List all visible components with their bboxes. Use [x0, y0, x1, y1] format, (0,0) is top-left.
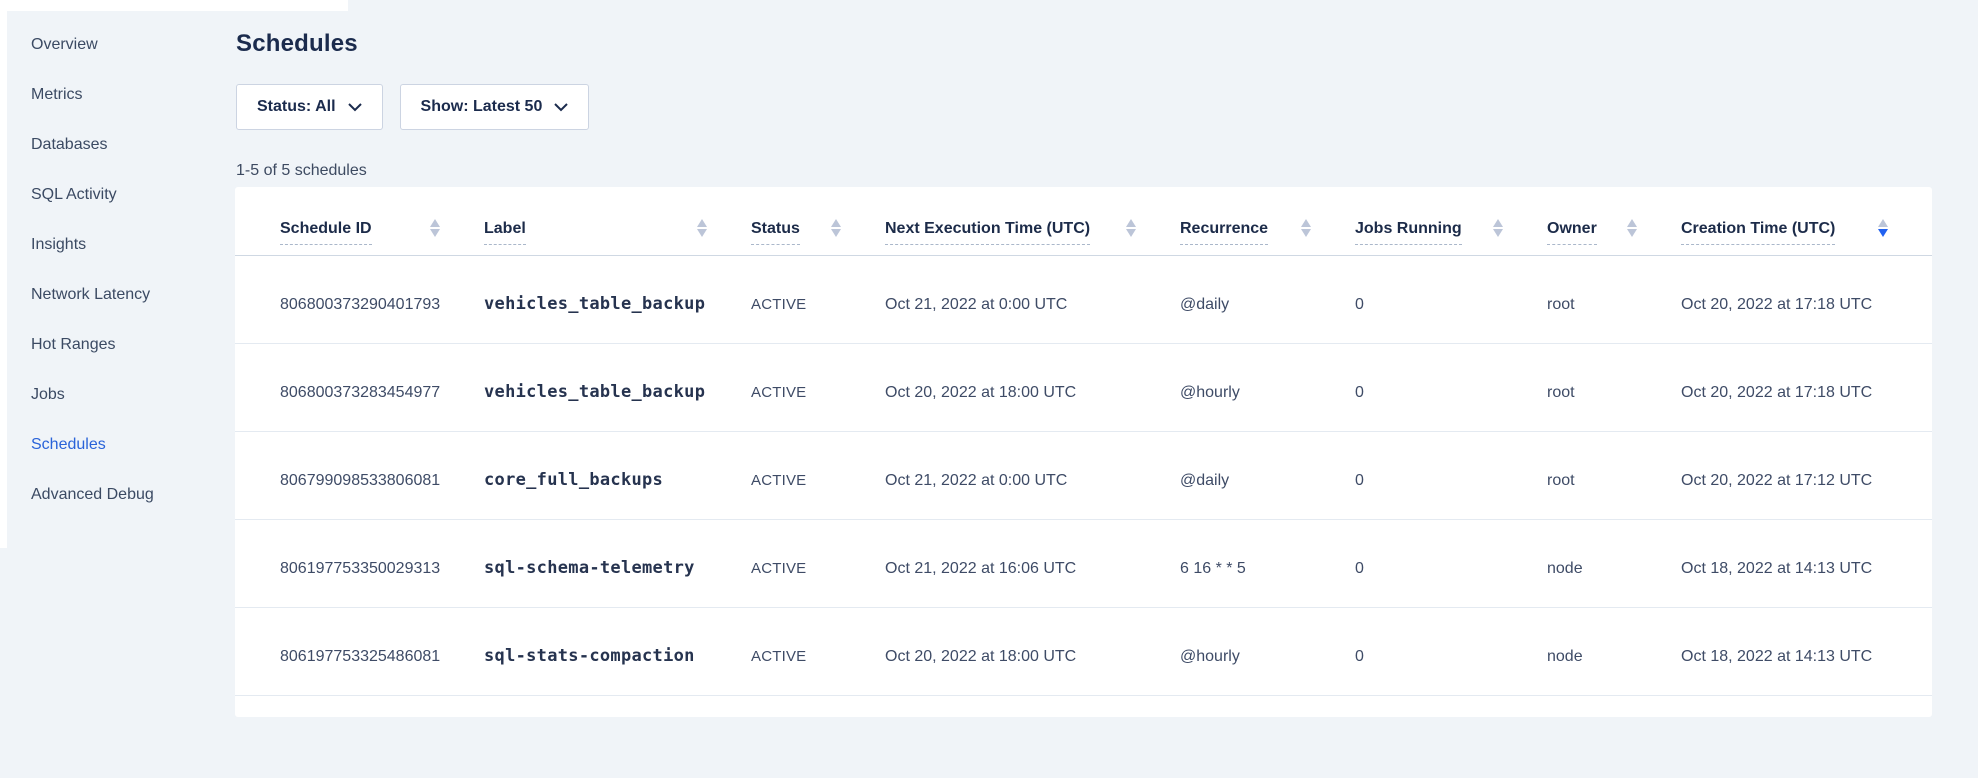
column-header-jobs-running[interactable]: Jobs Running	[1355, 187, 1547, 255]
cell-creation-time: Oct 18, 2022 at 14:13 UTC	[1681, 607, 1932, 695]
cell-status: ACTIVE	[751, 255, 885, 343]
column-header-recurrence[interactable]: Recurrence	[1180, 187, 1355, 255]
status-filter-label: Status: All	[257, 98, 336, 116]
cell-recurrence: 6 16 * * 5	[1180, 519, 1355, 607]
cell-status: ACTIVE	[751, 607, 885, 695]
cell-creation-time: Oct 20, 2022 at 17:18 UTC	[1681, 255, 1932, 343]
cell-next-execution-time: Oct 21, 2022 at 16:06 UTC	[885, 519, 1180, 607]
column-header-label[interactable]: Label	[484, 187, 751, 255]
sort-arrows-icon	[697, 219, 707, 237]
show-filter-dropdown[interactable]: Show: Latest 50	[400, 84, 590, 130]
sidebar-item-schedules[interactable]: Schedules	[31, 420, 221, 470]
sort-arrows-icon	[1126, 219, 1136, 237]
cell-jobs-running: 0	[1355, 343, 1547, 431]
chevron-down-icon	[348, 103, 362, 112]
cell-owner: root	[1547, 255, 1681, 343]
cell-creation-time: Oct 20, 2022 at 17:12 UTC	[1681, 431, 1932, 519]
sidebar-item-metrics[interactable]: Metrics	[31, 70, 221, 120]
sort-arrows-icon	[831, 219, 841, 237]
sort-arrows-icon	[430, 219, 440, 237]
sidebar-item-advanced-debug[interactable]: Advanced Debug	[31, 470, 221, 520]
sort-arrows-icon-desc-active	[1878, 219, 1888, 237]
cell-jobs-running: 0	[1355, 431, 1547, 519]
cell-status: ACTIVE	[751, 431, 885, 519]
cell-schedule-id: 806800373290401793	[235, 255, 484, 343]
column-header-status[interactable]: Status	[751, 187, 885, 255]
cell-recurrence: @hourly	[1180, 343, 1355, 431]
cell-owner: node	[1547, 519, 1681, 607]
schedules-card: Schedule ID Label Status	[235, 187, 1932, 717]
schedules-table: Schedule ID Label Status	[235, 187, 1932, 696]
column-header-schedule-id[interactable]: Schedule ID	[235, 187, 484, 255]
column-header-next-execution-time[interactable]: Next Execution Time (UTC)	[885, 187, 1180, 255]
cell-owner: node	[1547, 607, 1681, 695]
cell-label: vehicles_table_backup	[484, 255, 751, 343]
sidebar-item-network-latency[interactable]: Network Latency	[31, 270, 221, 320]
column-label: Status	[751, 220, 800, 245]
cell-label: sql-stats-compaction	[484, 607, 751, 695]
status-filter-dropdown[interactable]: Status: All	[236, 84, 383, 130]
sort-arrows-icon	[1627, 219, 1637, 237]
cell-creation-time: Oct 18, 2022 at 14:13 UTC	[1681, 519, 1932, 607]
table-header-row: Schedule ID Label Status	[235, 187, 1932, 255]
cell-next-execution-time: Oct 21, 2022 at 0:00 UTC	[885, 431, 1180, 519]
table-row: 806800373283454977 vehicles_table_backup…	[235, 343, 1932, 431]
cell-recurrence: @daily	[1180, 431, 1355, 519]
cell-status: ACTIVE	[751, 519, 885, 607]
column-label: Creation Time (UTC)	[1681, 220, 1835, 245]
cell-next-execution-time: Oct 20, 2022 at 18:00 UTC	[885, 607, 1180, 695]
window-edge-artifact-top	[0, 0, 348, 11]
sidebar-item-sql-activity[interactable]: SQL Activity	[31, 170, 221, 220]
cell-label: vehicles_table_backup	[484, 343, 751, 431]
show-filter-label: Show: Latest 50	[421, 98, 543, 116]
cell-schedule-id: 806197753325486081	[235, 607, 484, 695]
cell-creation-time: Oct 20, 2022 at 17:18 UTC	[1681, 343, 1932, 431]
page-background: Overview Metrics Databases SQL Activity …	[0, 0, 1978, 778]
cell-schedule-id: 806197753350029313	[235, 519, 484, 607]
column-header-owner[interactable]: Owner	[1547, 187, 1681, 255]
sidebar-item-jobs[interactable]: Jobs	[31, 370, 221, 420]
cell-label: sql-schema-telemetry	[484, 519, 751, 607]
column-label: Schedule ID	[280, 220, 372, 245]
column-label: Label	[484, 220, 526, 245]
cell-recurrence: @daily	[1180, 255, 1355, 343]
column-header-creation-time[interactable]: Creation Time (UTC)	[1681, 187, 1932, 255]
table-row: 806197753350029313 sql-schema-telemetry …	[235, 519, 1932, 607]
sort-arrows-icon	[1493, 219, 1503, 237]
table-row: 806197753325486081 sql-stats-compaction …	[235, 607, 1932, 695]
cell-schedule-id: 806799098533806081	[235, 431, 484, 519]
column-label: Recurrence	[1180, 220, 1268, 245]
cell-status: ACTIVE	[751, 343, 885, 431]
cell-jobs-running: 0	[1355, 607, 1547, 695]
sidebar-nav: Overview Metrics Databases SQL Activity …	[31, 20, 221, 520]
cell-owner: root	[1547, 431, 1681, 519]
sidebar-item-databases[interactable]: Databases	[31, 120, 221, 170]
cell-label: core_full_backups	[484, 431, 751, 519]
results-count: 1-5 of 5 schedules	[236, 162, 367, 180]
sidebar-item-overview[interactable]: Overview	[31, 20, 221, 70]
cell-recurrence: @hourly	[1180, 607, 1355, 695]
table-row: 806800373290401793 vehicles_table_backup…	[235, 255, 1932, 343]
column-label: Jobs Running	[1355, 220, 1462, 245]
table-row: 806799098533806081 core_full_backups ACT…	[235, 431, 1932, 519]
cell-jobs-running: 0	[1355, 519, 1547, 607]
column-label: Next Execution Time (UTC)	[885, 220, 1090, 245]
cell-owner: root	[1547, 343, 1681, 431]
column-label: Owner	[1547, 220, 1597, 245]
filter-row: Status: All Show: Latest 50	[236, 84, 589, 130]
page-title: Schedules	[236, 30, 358, 58]
cell-schedule-id: 806800373283454977	[235, 343, 484, 431]
window-edge-artifact-left	[0, 0, 7, 548]
chevron-down-icon	[554, 103, 568, 112]
sort-arrows-icon	[1301, 219, 1311, 237]
cell-jobs-running: 0	[1355, 255, 1547, 343]
sidebar-item-hot-ranges[interactable]: Hot Ranges	[31, 320, 221, 370]
cell-next-execution-time: Oct 20, 2022 at 18:00 UTC	[885, 343, 1180, 431]
cell-next-execution-time: Oct 21, 2022 at 0:00 UTC	[885, 255, 1180, 343]
sidebar-item-insights[interactable]: Insights	[31, 220, 221, 270]
